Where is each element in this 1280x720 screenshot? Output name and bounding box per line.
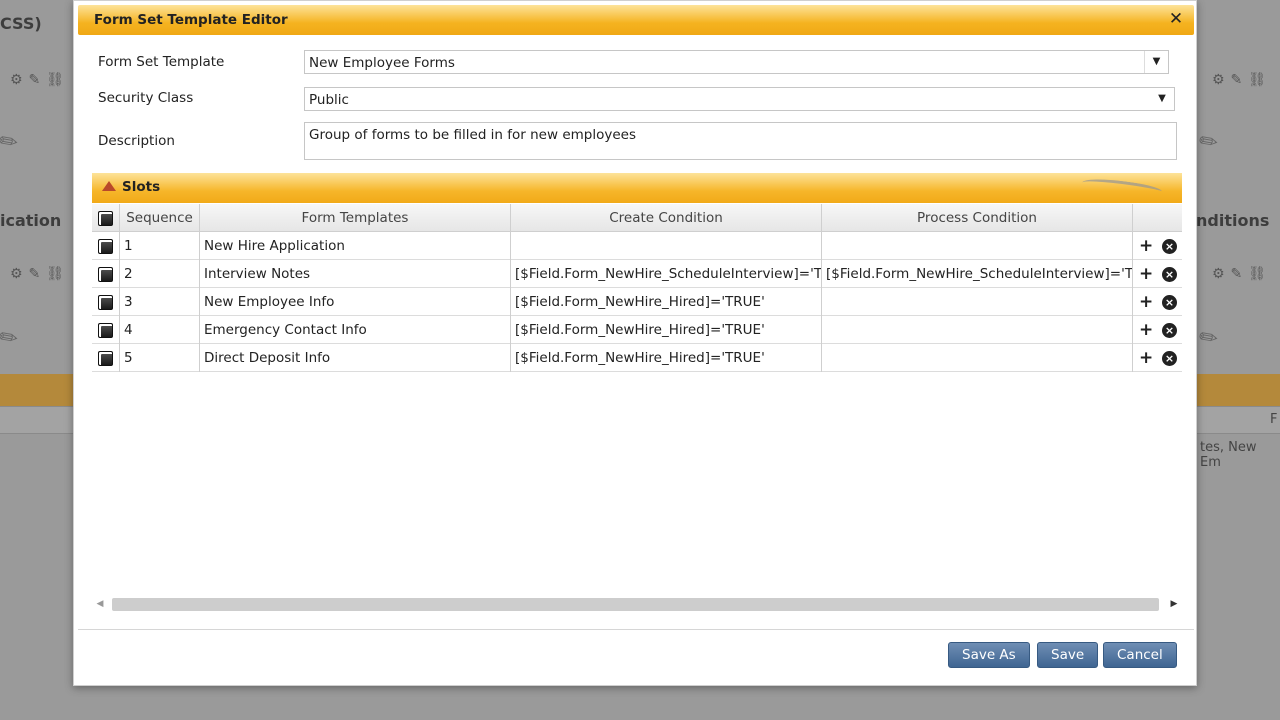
dialog-title-bar: Form Set Template Editor ✕: [78, 5, 1194, 35]
create-condition-cell[interactable]: [511, 232, 822, 260]
row-checkbox[interactable]: [98, 239, 113, 254]
column-header-sequence[interactable]: Sequence: [120, 204, 200, 232]
form-template-cell[interactable]: Direct Deposit Info: [200, 344, 511, 372]
close-icon[interactable]: ✕: [1168, 11, 1184, 28]
add-row-icon[interactable]: +: [1139, 260, 1153, 288]
row-checkbox-cell: [92, 232, 120, 260]
swoosh-decoration-icon: [1081, 175, 1163, 199]
select-all-checkbox[interactable]: [98, 211, 113, 226]
cancel-button[interactable]: Cancel: [1103, 642, 1177, 668]
table-row[interactable]: 5 Direct Deposit Info [$Field.Form_NewHi…: [92, 344, 1182, 372]
save-as-button[interactable]: Save As: [948, 642, 1030, 668]
grid-header-row: Sequence Form Templates Create Condition…: [92, 204, 1182, 232]
bg-row-icons-right-2: ⚙✎⛓: [1212, 266, 1273, 282]
slots-grid: Sequence Form Templates Create Condition…: [92, 204, 1182, 372]
bg-fragment-text: tes, New Em: [1200, 440, 1257, 470]
column-header-create-condition[interactable]: Create Condition: [511, 204, 822, 232]
sequence-cell[interactable]: 4: [120, 316, 200, 344]
select-all-cell: [92, 204, 120, 232]
add-row-icon[interactable]: +: [1139, 316, 1153, 344]
slots-title: Slots: [122, 179, 161, 195]
table-row[interactable]: 4 Emergency Contact Info [$Field.Form_Ne…: [92, 316, 1182, 344]
security-class-label: Security Class: [98, 90, 194, 106]
row-actions: + ×: [1133, 288, 1182, 316]
row-checkbox-cell: [92, 316, 120, 344]
table-row[interactable]: 1 New Hire Application + ×: [92, 232, 1182, 260]
create-condition-cell[interactable]: [$Field.Form_NewHire_Hired]='TRUE': [511, 288, 822, 316]
scroll-right-arrow-icon[interactable]: ▶: [1166, 596, 1182, 612]
bg-row-icons-2: ⚙✎⛓: [10, 266, 71, 282]
bg-edit-icon: ✎: [0, 126, 24, 159]
footer-divider: [78, 629, 1194, 630]
sequence-cell[interactable]: 3: [120, 288, 200, 316]
remove-row-icon[interactable]: ×: [1162, 239, 1177, 254]
bg-row-icons: ⚙✎⛓: [10, 72, 71, 88]
save-button[interactable]: Save: [1037, 642, 1099, 668]
bg-row-icons-right: ⚙✎⛓: [1212, 72, 1273, 88]
row-checkbox[interactable]: [98, 323, 113, 338]
sequence-cell[interactable]: 1: [120, 232, 200, 260]
create-condition-cell[interactable]: [$Field.Form_NewHire_Hired]='TRUE': [511, 344, 822, 372]
form-template-cell[interactable]: Emergency Contact Info: [200, 316, 511, 344]
row-checkbox[interactable]: [98, 351, 113, 366]
row-checkbox[interactable]: [98, 295, 113, 310]
row-actions: + ×: [1133, 260, 1182, 288]
row-actions: + ×: [1133, 316, 1182, 344]
bg-edit-icon-right-2: ✎: [1194, 322, 1224, 355]
security-class-select[interactable]: Public ▼: [304, 87, 1175, 111]
chevron-down-icon[interactable]: ▼: [1150, 88, 1174, 110]
bg-css-label: CSS): [0, 14, 42, 33]
description-value: Group of forms to be filled in for new e…: [309, 127, 636, 143]
column-header-actions: [1133, 204, 1182, 232]
security-class-value: Public: [309, 92, 349, 108]
scrollbar-thumb[interactable]: [112, 598, 1159, 611]
row-checkbox-cell: [92, 260, 120, 288]
create-condition-cell[interactable]: [$Field.Form_NewHire_Hired]='TRUE': [511, 316, 822, 344]
bg-edit-icon-right: ✎: [1194, 126, 1224, 159]
form-set-template-select[interactable]: New Employee Forms ▼: [304, 50, 1169, 74]
table-row[interactable]: 2 Interview Notes [$Field.Form_NewHire_S…: [92, 260, 1182, 288]
column-header-form-templates[interactable]: Form Templates: [200, 204, 511, 232]
process-condition-cell[interactable]: [822, 316, 1133, 344]
row-checkbox-cell: [92, 288, 120, 316]
form-set-template-editor-dialog: Form Set Template Editor ✕ Form Set Temp…: [73, 0, 1197, 686]
row-actions: + ×: [1133, 344, 1182, 372]
add-row-icon[interactable]: +: [1139, 288, 1153, 316]
scroll-left-arrow-icon[interactable]: ◀: [92, 596, 108, 612]
dialog-title: Form Set Template Editor: [94, 12, 288, 28]
description-label: Description: [98, 133, 175, 149]
remove-row-icon[interactable]: ×: [1162, 295, 1177, 310]
add-row-icon[interactable]: +: [1139, 232, 1153, 260]
process-condition-cell[interactable]: [822, 232, 1133, 260]
bg-f-label: F: [1270, 412, 1278, 427]
slots-panel-header[interactable]: Slots: [92, 173, 1182, 203]
form-set-template-value: New Employee Forms: [309, 55, 455, 71]
sequence-cell[interactable]: 5: [120, 344, 200, 372]
row-checkbox[interactable]: [98, 267, 113, 282]
sequence-cell[interactable]: 2: [120, 260, 200, 288]
chevron-down-icon[interactable]: ▼: [1144, 51, 1168, 73]
collapse-triangle-icon[interactable]: [102, 181, 116, 191]
horizontal-scrollbar[interactable]: ◀ ▶: [92, 596, 1182, 612]
form-template-cell[interactable]: Interview Notes: [200, 260, 511, 288]
form-template-cell[interactable]: New Hire Application: [200, 232, 511, 260]
remove-row-icon[interactable]: ×: [1162, 351, 1177, 366]
column-header-process-condition[interactable]: Process Condition: [822, 204, 1133, 232]
form-template-cell[interactable]: New Employee Info: [200, 288, 511, 316]
process-condition-cell[interactable]: [822, 344, 1133, 372]
remove-row-icon[interactable]: ×: [1162, 323, 1177, 338]
bg-nditions-label: nditions: [1196, 211, 1270, 230]
process-condition-cell[interactable]: [822, 288, 1133, 316]
row-checkbox-cell: [92, 344, 120, 372]
table-row[interactable]: 3 New Employee Info [$Field.Form_NewHire…: [92, 288, 1182, 316]
bg-edit-icon-2: ✎: [0, 322, 24, 355]
form-set-template-label: Form Set Template: [98, 54, 225, 70]
row-actions: + ×: [1133, 232, 1182, 260]
bg-ication-label: ication: [0, 211, 62, 230]
add-row-icon[interactable]: +: [1139, 344, 1153, 372]
description-textarea[interactable]: Group of forms to be filled in for new e…: [304, 122, 1177, 160]
remove-row-icon[interactable]: ×: [1162, 267, 1177, 282]
create-condition-cell[interactable]: [$Field.Form_NewHire_ScheduleInterview]=…: [511, 260, 822, 288]
process-condition-cell[interactable]: [$Field.Form_NewHire_ScheduleInterview]=…: [822, 260, 1133, 288]
